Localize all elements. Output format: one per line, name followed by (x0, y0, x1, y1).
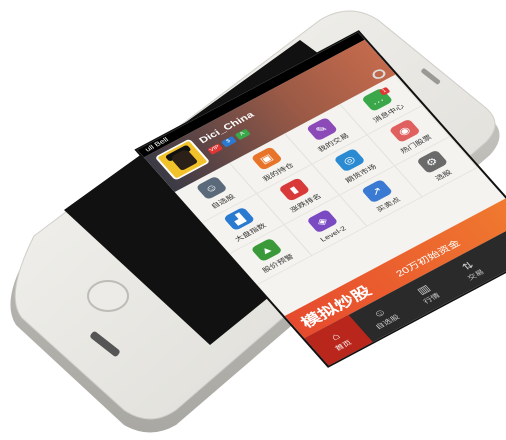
level-badge: A (234, 128, 251, 141)
product-photo: ull Bell Dici_China VIP $ A ☺ 自选股 ▣ 我的持仓 ✎… (0, 0, 506, 440)
money-badge: $ (220, 135, 237, 148)
home-button[interactable] (87, 280, 129, 312)
vip-badge: VIP (207, 143, 224, 155)
